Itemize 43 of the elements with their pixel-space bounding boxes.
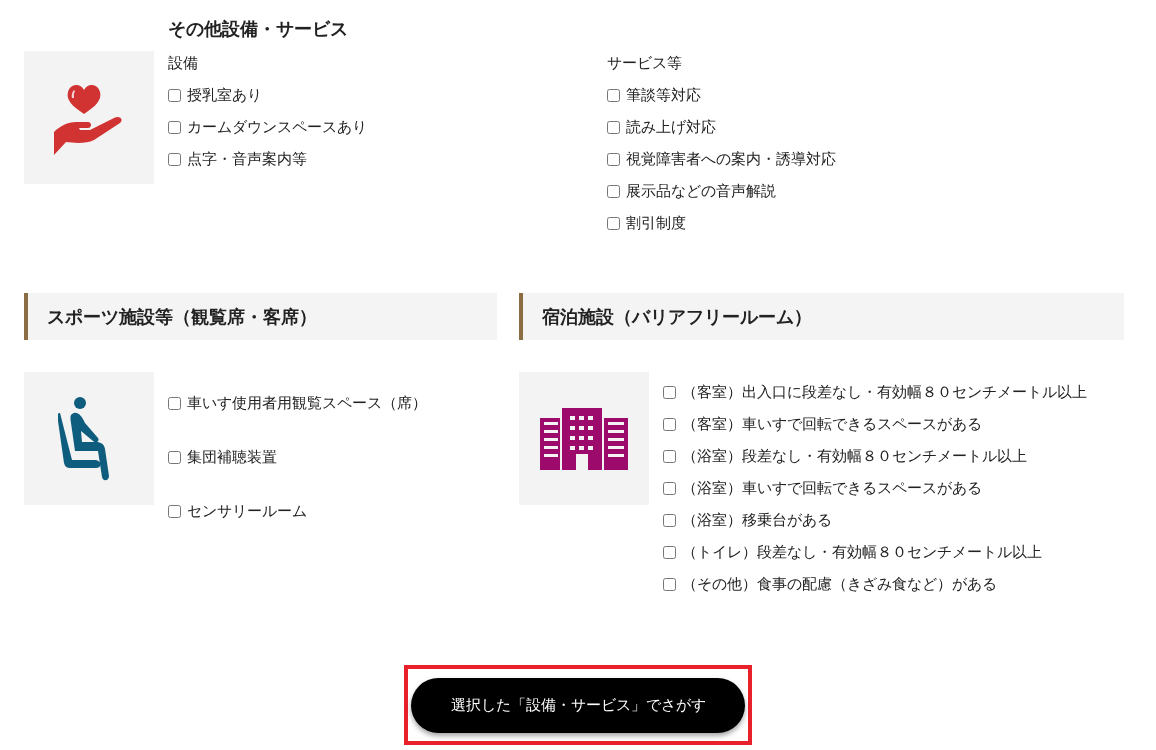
checkbox[interactable]	[607, 216, 620, 230]
column-heading: 設備	[168, 53, 199, 74]
checkbox-label: 視覚障害者への案内・誘導対応	[626, 149, 836, 169]
checkbox-label: 読み上げ対応	[626, 117, 716, 137]
checkbox-label: （トイレ）段差なし・有効幅８０センチメートル以上	[682, 542, 1042, 562]
column-heading: サービス等	[607, 53, 683, 74]
checkbox[interactable]	[168, 88, 181, 102]
checkbox-label: 点字・音声案内等	[187, 149, 307, 169]
checkbox[interactable]	[663, 577, 676, 591]
checkbox-label: 集団補聴装置	[187, 447, 277, 467]
checkbox-label: 車いす使用者用観覧スペース（席）	[187, 393, 427, 413]
checkbox-label: （浴室）移乗台がある	[682, 510, 832, 530]
section-title: スポーツ施設等（観覧席・客席）	[47, 304, 317, 329]
checkbox[interactable]	[663, 481, 676, 495]
checkbox-label: センサリールーム	[187, 501, 307, 521]
checkbox[interactable]	[168, 504, 181, 518]
checkbox-label: 授乳室あり	[187, 85, 262, 105]
checkbox-label: 展示品などの音声解説	[626, 181, 776, 201]
checkbox-label: （浴室）段差なし・有効幅８０センチメートル以上	[682, 446, 1027, 466]
checkbox[interactable]	[607, 88, 620, 102]
building-icon	[540, 407, 628, 470]
checkbox[interactable]	[663, 513, 676, 527]
checkbox[interactable]	[663, 545, 676, 559]
section-title: 宿泊施設（バリアフリールーム）	[542, 304, 812, 329]
checkbox-label: 筆談等対応	[626, 85, 701, 105]
checkbox[interactable]	[663, 417, 676, 431]
checkbox-label: カームダウンスペースあり	[187, 117, 367, 137]
checkbox[interactable]	[663, 385, 676, 399]
search-button[interactable]: 選択した「設備・サービス」でさがす	[411, 678, 745, 733]
checkbox[interactable]	[168, 396, 181, 410]
checkbox-label: （客室）車いすで回転できるスペースがある	[682, 414, 982, 434]
checkbox[interactable]	[168, 120, 181, 134]
checkbox[interactable]	[168, 152, 181, 166]
section-title: その他設備・サービス	[168, 17, 349, 41]
checkbox[interactable]	[607, 120, 620, 134]
checkbox[interactable]	[663, 449, 676, 463]
checkbox-label: （その他）食事の配慮（きざみ食など）がある	[682, 574, 997, 594]
checkbox[interactable]	[607, 184, 620, 198]
checkbox-label: 割引制度	[626, 213, 686, 233]
checkbox[interactable]	[168, 450, 181, 464]
checkbox-label: （浴室）車いすで回転できるスペースがある	[682, 478, 982, 498]
checkbox-label: （客室）出入口に段差なし・有効幅８０センチメートル以上	[682, 382, 1087, 402]
checkbox[interactable]	[607, 152, 620, 166]
